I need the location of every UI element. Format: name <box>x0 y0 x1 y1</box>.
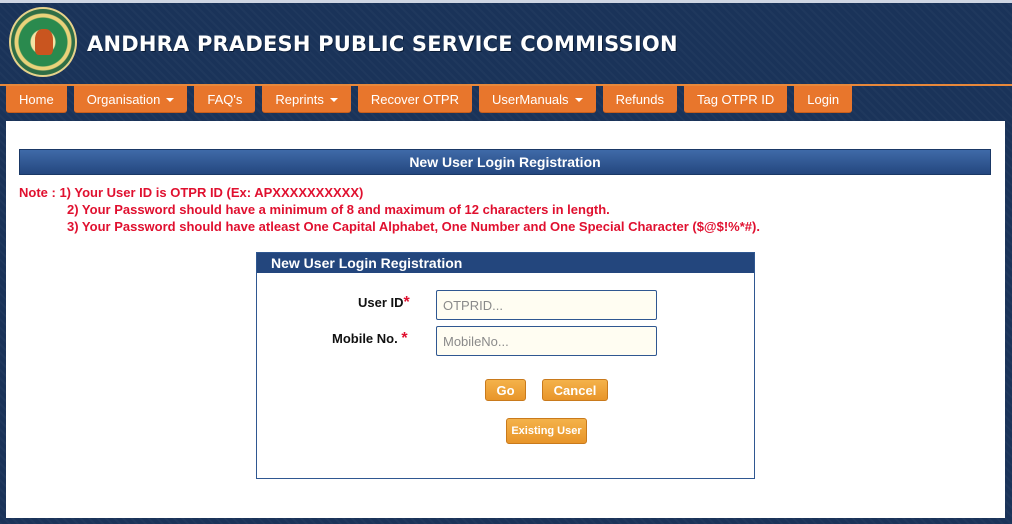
nav-item-label: Reprints <box>275 91 324 107</box>
nav-item-label: Refunds <box>615 91 664 107</box>
apspsc-emblem-icon <box>9 7 77 77</box>
mobile-no-label: Mobile No. * <box>332 330 408 348</box>
required-mark: * <box>401 330 408 347</box>
nav-item-label: FAQ's <box>207 91 243 107</box>
note-line-3: 3) Your Password should have atleast One… <box>67 219 760 234</box>
site-title: ANDHRA PRADESH PUBLIC SERVICE COMMISSION <box>87 32 678 56</box>
existing-user-button[interactable]: Existing User <box>506 418 587 444</box>
nav-item-refunds[interactable]: Refunds <box>602 86 677 113</box>
nav-item-tag-otpr-id[interactable]: Tag OTPR ID <box>683 86 788 113</box>
page-title: New User Login Registration <box>19 149 991 175</box>
main-nav: Home Organisation FAQ's Reprints Recover… <box>6 86 853 114</box>
nav-item-label: Tag OTPR ID <box>696 91 775 107</box>
user-id-label-text: User ID <box>358 295 404 310</box>
nav-item-usermanuals[interactable]: UserManuals <box>478 86 596 113</box>
nav-item-label: Recover OTPR <box>370 91 459 107</box>
note-line-2: 2) Your Password should have a minimum o… <box>67 202 610 217</box>
caret-down-icon <box>329 97 338 102</box>
caret-down-icon <box>574 97 583 102</box>
nav-item-login[interactable]: Login <box>794 86 853 113</box>
nav-item-label: Login <box>807 91 840 107</box>
site-header: ANDHRA PRADESH PUBLIC SERVICE COMMISSION <box>0 3 1012 84</box>
caret-down-icon <box>166 97 175 102</box>
user-id-label: User ID* <box>358 294 410 312</box>
cancel-button[interactable]: Cancel <box>542 379 608 401</box>
nav-item-label: Organisation <box>86 91 161 107</box>
registration-notes: Note : 1) Your User ID is OTPR ID (Ex: A… <box>19 184 760 235</box>
nav-item-label: UserManuals <box>491 91 569 107</box>
go-button[interactable]: Go <box>485 379 526 401</box>
main-content: New User Login Registration Note : 1) Yo… <box>6 121 1005 518</box>
mobile-no-label-text: Mobile No. <box>332 331 398 346</box>
nav-item-faqs[interactable]: FAQ's <box>194 86 256 113</box>
nav-item-recover-otpr[interactable]: Recover OTPR <box>357 86 472 113</box>
mobile-no-input[interactable] <box>436 326 657 356</box>
note-line-1: Note : 1) Your User ID is OTPR ID (Ex: A… <box>19 185 364 200</box>
emblem-center <box>35 29 53 55</box>
registration-form-panel: New User Login Registration User ID* Mob… <box>256 252 755 479</box>
panel-title: New User Login Registration <box>257 253 754 273</box>
nav-item-reprints[interactable]: Reprints <box>262 86 351 113</box>
nav-item-organisation[interactable]: Organisation <box>73 86 188 113</box>
required-mark: * <box>403 294 410 311</box>
user-id-input[interactable] <box>436 290 657 320</box>
nav-item-label: Home <box>19 91 54 107</box>
nav-item-home[interactable]: Home <box>6 86 67 113</box>
